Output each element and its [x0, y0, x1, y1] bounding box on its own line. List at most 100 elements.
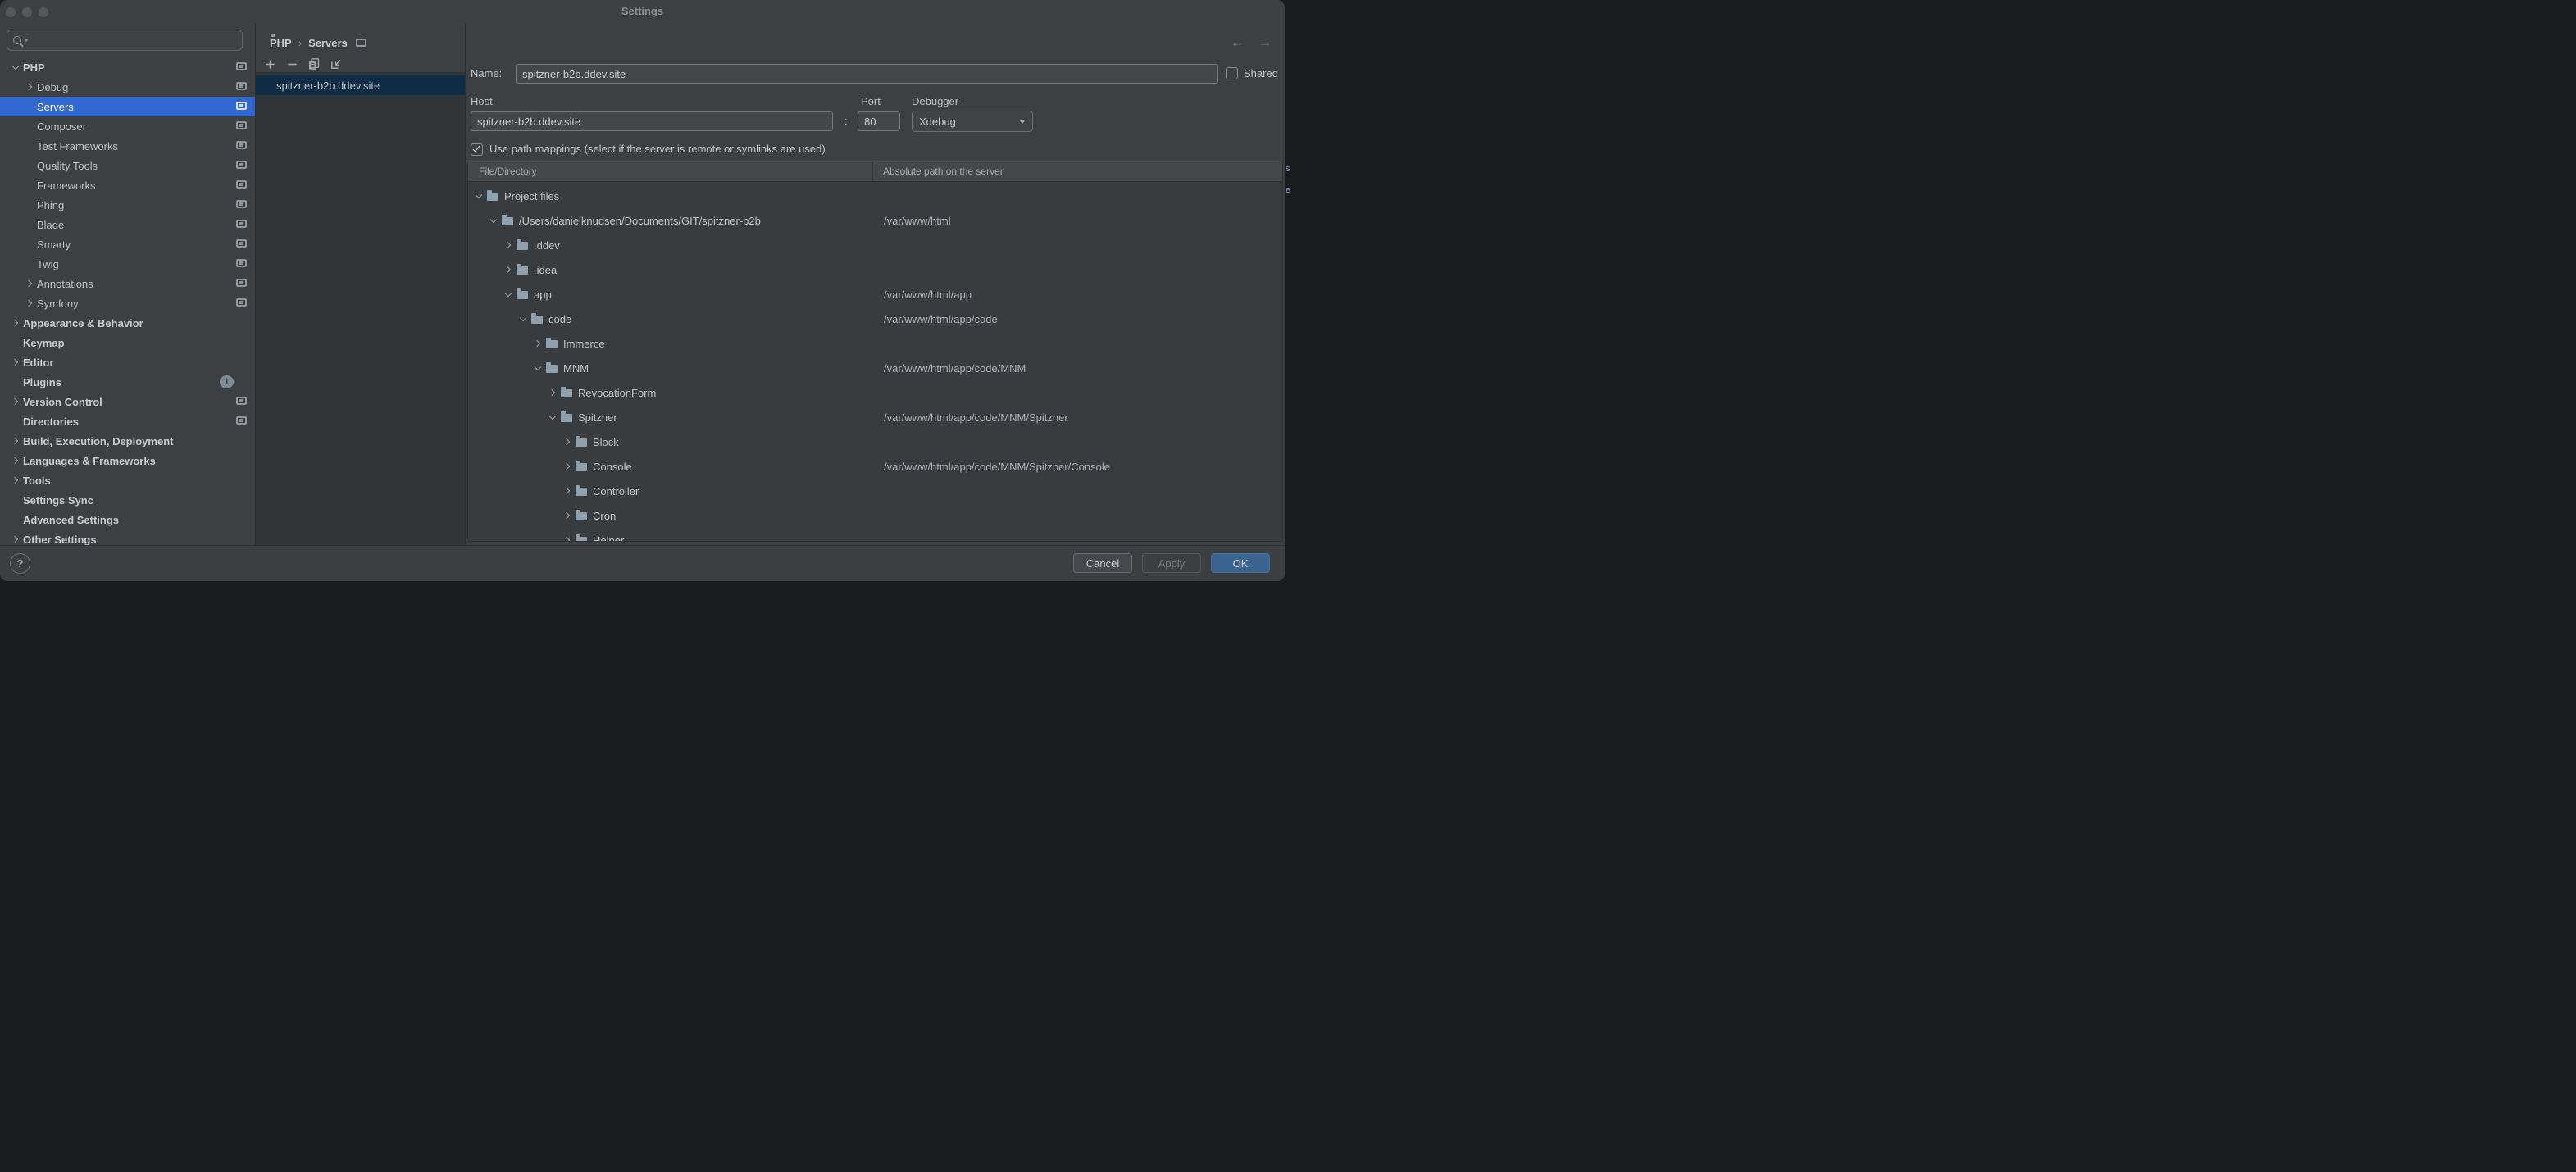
- chevron-icon[interactable]: [11, 475, 21, 485]
- chevron-icon[interactable]: [11, 62, 21, 72]
- cancel-button[interactable]: Cancel: [1073, 553, 1132, 573]
- settings-search[interactable]: [7, 30, 243, 51]
- remove-server-button[interactable]: [285, 57, 298, 70]
- sidebar-item-debug[interactable]: Debug: [0, 77, 255, 97]
- chevron-icon[interactable]: [11, 318, 21, 328]
- chevron-icon[interactable]: [475, 191, 485, 201]
- debugger-select[interactable]: Xdebug: [912, 111, 1033, 132]
- chevron-icon[interactable]: [563, 535, 573, 541]
- mapping-row-idea[interactable]: .idea: [468, 257, 1282, 282]
- sidebar-item-label: PHP: [23, 61, 45, 74]
- sidebar-item-phing[interactable]: Phing: [0, 195, 255, 215]
- sidebar-item-label: Editor: [23, 357, 54, 369]
- mapping-row-block[interactable]: Block: [468, 429, 1282, 454]
- folder-icon: [576, 537, 587, 542]
- sidebar-item-symfony[interactable]: Symfony: [0, 293, 255, 313]
- breadcrumb-servers[interactable]: Servers: [308, 37, 348, 49]
- folder-icon: [546, 340, 558, 348]
- sidebar-item-directories[interactable]: Directories: [0, 411, 255, 431]
- mapping-row-controller[interactable]: Controller: [468, 479, 1282, 503]
- sidebar-item-blade[interactable]: Blade: [0, 215, 255, 234]
- chevron-icon[interactable]: [548, 412, 558, 422]
- chevron-icon[interactable]: [25, 82, 35, 92]
- sidebar-item-tools[interactable]: Tools: [0, 470, 255, 490]
- sidebar-item-editor[interactable]: Editor: [0, 352, 255, 372]
- sidebar-item-languages-frameworks[interactable]: Languages & Frameworks: [0, 451, 255, 470]
- chevron-icon[interactable]: [11, 456, 21, 466]
- sidebar-item-version-control[interactable]: Version Control: [0, 392, 255, 411]
- back-icon[interactable]: ←: [1229, 34, 1245, 51]
- chevron-icon[interactable]: [504, 240, 514, 250]
- mapping-row-immerce[interactable]: Immerce: [468, 331, 1282, 356]
- mapping-server-path: /var/www/html/app/code/MNM: [884, 362, 1026, 375]
- search-history-caret-icon[interactable]: [24, 39, 29, 42]
- sidebar-item-quality-tools[interactable]: Quality Tools: [0, 156, 255, 175]
- chevron-icon[interactable]: [11, 436, 21, 446]
- monitor-icon: [356, 39, 366, 47]
- mapping-row-project-files[interactable]: Project files: [468, 184, 1282, 208]
- sidebar-item-test-frameworks[interactable]: Test Frameworks: [0, 136, 255, 156]
- shared-checkbox[interactable]: [1226, 67, 1238, 79]
- import-server-button[interactable]: [330, 57, 343, 70]
- mapping-row-mnm[interactable]: MNM /var/www/html/app/code/MNM: [468, 356, 1282, 380]
- monitor-icon: [236, 161, 247, 169]
- sidebar-item-advanced-settings[interactable]: Advanced Settings: [0, 510, 255, 529]
- chevron-icon[interactable]: [563, 486, 573, 496]
- sidebar-item-settings-sync[interactable]: Settings Sync: [0, 490, 255, 510]
- port-field[interactable]: [858, 111, 900, 131]
- mapping-row-users-danielknudsen-documents-git-spitzner-b2b[interactable]: /Users/danielknudsen/Documents/GIT/spitz…: [468, 208, 1282, 233]
- sidebar-item-php[interactable]: PHP: [0, 57, 255, 77]
- copy-server-button[interactable]: [307, 57, 321, 70]
- chevron-icon[interactable]: [25, 279, 35, 288]
- sidebar-item-servers[interactable]: Servers: [0, 97, 255, 116]
- chevron-icon[interactable]: [534, 363, 544, 373]
- chevron-icon[interactable]: [25, 298, 35, 308]
- sidebar-item-composer[interactable]: Composer: [0, 116, 255, 136]
- mapping-row-revocationform[interactable]: RevocationForm: [468, 380, 1282, 405]
- chevron-icon[interactable]: [11, 534, 21, 544]
- sidebar-item-smarty[interactable]: Smarty: [0, 234, 255, 254]
- sidebar-item-build-execution-deployment[interactable]: Build, Execution, Deployment: [0, 431, 255, 451]
- chevron-icon[interactable]: [563, 461, 573, 471]
- chevron-icon: [11, 377, 21, 387]
- server-name-field[interactable]: [516, 64, 1218, 84]
- mapping-row-ddev[interactable]: .ddev: [468, 233, 1282, 257]
- help-button[interactable]: ?: [10, 553, 30, 574]
- search-input[interactable]: [33, 34, 242, 48]
- mapping-row-cron[interactable]: Cron: [468, 503, 1282, 528]
- sidebar-item-label: Settings Sync: [23, 494, 93, 507]
- chevron-icon[interactable]: [563, 437, 573, 447]
- sidebar-item-plugins[interactable]: Plugins 1: [0, 372, 255, 392]
- server-list-item-spitzner-b2b-ddev-site[interactable]: spitzner-b2b.ddev.site: [256, 75, 465, 95]
- mapping-row-app[interactable]: app /var/www/html/app: [468, 282, 1282, 307]
- host-field[interactable]: [471, 111, 833, 131]
- mapping-row-helper[interactable]: Helper: [468, 528, 1282, 541]
- add-server-button[interactable]: [263, 57, 276, 70]
- sidebar-item-twig[interactable]: Twig: [0, 254, 255, 274]
- monitor-icon: [236, 239, 247, 248]
- chevron-icon[interactable]: [534, 338, 544, 348]
- chevron-icon[interactable]: [519, 314, 529, 324]
- chevron-icon[interactable]: [489, 216, 499, 225]
- chevron-icon[interactable]: [504, 289, 514, 299]
- ok-button[interactable]: OK: [1211, 553, 1270, 573]
- chevron-icon[interactable]: [11, 357, 21, 367]
- sidebar-item-appearance-behavior[interactable]: Appearance & Behavior: [0, 313, 255, 333]
- sidebar-item-keymap[interactable]: Keymap: [0, 333, 255, 352]
- mapping-directory: Immerce: [563, 338, 605, 350]
- sidebar-item-annotations[interactable]: Annotations: [0, 274, 255, 293]
- mapping-row-code[interactable]: code /var/www/html/app/code: [468, 307, 1282, 331]
- chevron-icon[interactable]: [504, 265, 514, 275]
- mapping-row-console[interactable]: Console /var/www/html/app/code/MNM/Spitz…: [468, 454, 1282, 479]
- chevron-icon[interactable]: [563, 511, 573, 520]
- breadcrumb-php[interactable]: PHP: [270, 37, 292, 49]
- chevron-icon[interactable]: [11, 397, 21, 407]
- mapping-row-spitzner[interactable]: Spitzner /var/www/html/app/code/MNM/Spit…: [468, 405, 1282, 429]
- apply-button[interactable]: Apply: [1142, 553, 1201, 573]
- sidebar-item-other-settings[interactable]: Other Settings: [0, 529, 255, 545]
- chevron-icon[interactable]: [548, 388, 558, 397]
- sidebar-item-frameworks[interactable]: Frameworks: [0, 175, 255, 195]
- mapping-server-path: /var/www/html/app/code/MNM/Spitzner/Cons…: [884, 461, 1110, 473]
- forward-icon[interactable]: →: [1257, 34, 1273, 51]
- use-path-mappings-checkbox[interactable]: [471, 143, 483, 156]
